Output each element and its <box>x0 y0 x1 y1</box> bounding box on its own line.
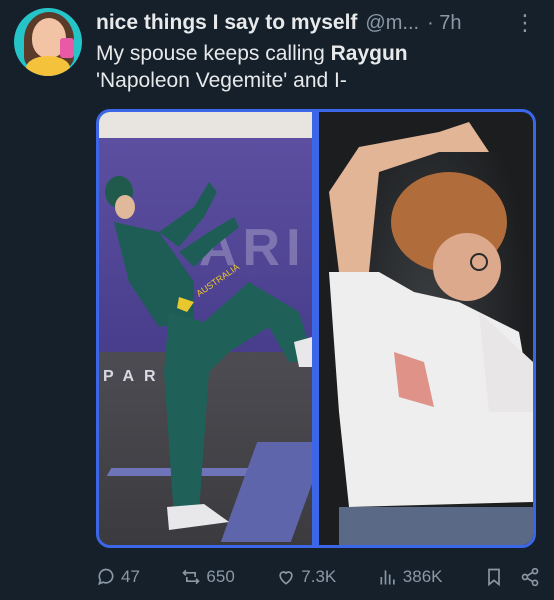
tweet-text-part1: My spouse keeps calling <box>96 42 331 65</box>
avatar-shirt <box>26 56 70 76</box>
heart-icon <box>279 571 293 585</box>
more-icon[interactable]: ⋮ <box>510 12 540 34</box>
napoleon-figure <box>329 122 533 545</box>
media-grid: ARI PAR S AUSTRALIA <box>96 109 536 548</box>
reply-icon <box>98 568 114 586</box>
bookmark-icon[interactable] <box>484 567 504 587</box>
avatar[interactable] <box>14 8 82 76</box>
like-button[interactable]: 7.3K <box>276 567 336 587</box>
user-handle[interactable]: @m... <box>365 12 419 35</box>
timestamp[interactable]: · 7h <box>427 12 461 35</box>
reply-button[interactable]: 47 <box>96 567 140 587</box>
share-icon[interactable] <box>520 567 540 587</box>
tweet-text-bold: Raygun <box>330 42 408 65</box>
jersey-text: AUSTRALIA <box>194 262 241 299</box>
tweet-text-part2: 'Napoleon Vegemite' and I- <box>96 69 347 92</box>
repost-icon <box>182 569 201 585</box>
tweet-text: My spouse keeps calling Raygun 'Napoleon… <box>96 40 536 94</box>
repost-button[interactable]: 650 <box>181 567 235 587</box>
dancer-figure: AUSTRALIA <box>105 176 312 530</box>
like-count: 7.3K <box>301 567 337 586</box>
reply-count: 47 <box>121 567 140 586</box>
views-count: 386K <box>402 567 443 586</box>
views-icon <box>380 570 395 585</box>
photo-raygun[interactable]: ARI PAR S AUSTRALIA <box>99 112 312 545</box>
views-button[interactable]: 386K <box>378 567 443 587</box>
tweet-header: nice things I say to myself @m... · 7h ⋮ <box>96 8 540 38</box>
avatar-phone-icon <box>60 38 74 58</box>
repost-count: 650 <box>206 567 235 586</box>
display-name[interactable]: nice things I say to myself <box>96 11 357 35</box>
photo-napoleon[interactable] <box>319 112 533 545</box>
tweet-actions: 47 650 7.3K 386K <box>96 564 540 590</box>
